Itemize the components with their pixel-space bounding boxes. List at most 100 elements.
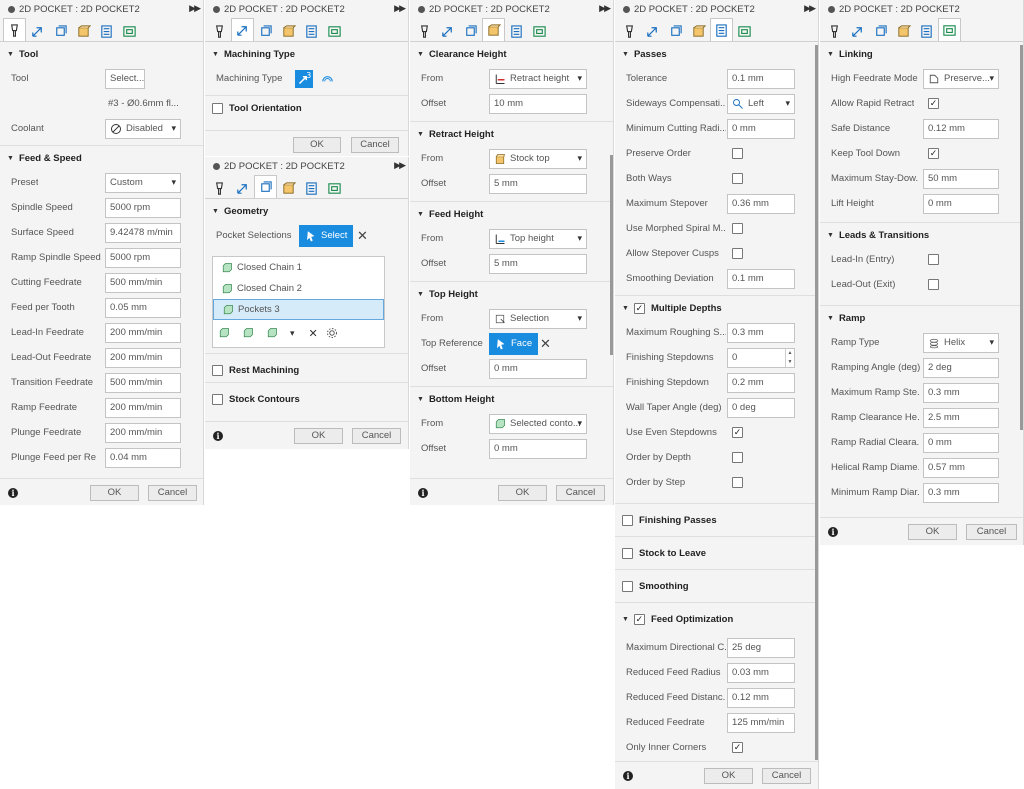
tab-geometry[interactable] — [664, 20, 687, 41]
expand-arrows-icon[interactable]: ▶▶ — [394, 160, 406, 171]
stepper-arrows-icon[interactable]: ▲ ▼ — [785, 348, 794, 367]
spindle-speed-input[interactable]: 5000 rpm — [105, 197, 181, 218]
tab-machining[interactable] — [231, 18, 254, 41]
tab-passes[interactable] — [95, 20, 118, 41]
tab-geometry[interactable] — [254, 20, 277, 41]
ramp-stepdown-input[interactable]: 0.3 mm — [923, 382, 999, 403]
ramp-clearance-input[interactable]: 2.5 mm — [923, 407, 999, 428]
reduced-feedrate-input[interactable]: 125 mm/min — [727, 712, 795, 733]
cancel-button[interactable]: Cancel — [352, 427, 401, 444]
expand-arrows-icon[interactable]: ▶▶ — [394, 3, 406, 14]
retract-offset-input[interactable]: 5 mm — [489, 173, 587, 194]
tab-heights[interactable] — [687, 20, 710, 41]
ramp-feedrate-input[interactable]: 200 mm/min — [105, 397, 181, 418]
cancel-button[interactable]: Cancel — [762, 767, 811, 784]
keep-tool-down-checkbox[interactable]: ✓ — [928, 148, 939, 159]
tab-linking[interactable] — [938, 18, 961, 41]
finishing-passes-checkbox[interactable] — [622, 514, 633, 526]
top-from-dropdown[interactable]: Selection — [489, 308, 587, 329]
tab-heights[interactable] — [482, 18, 505, 41]
max-stepover-input[interactable]: 0.36 mm — [727, 193, 795, 214]
lead-in-checkbox[interactable] — [928, 254, 939, 265]
helical-ramp-diameter-input[interactable]: 0.57 mm — [923, 457, 999, 478]
section-tool-orientation[interactable]: Tool Orientation — [205, 96, 408, 120]
preserve-order-checkbox[interactable] — [732, 148, 743, 159]
ok-button[interactable]: OK — [704, 767, 753, 784]
section-passes[interactable]: ▼ Passes — [615, 42, 818, 66]
rest-machining-checkbox[interactable] — [212, 364, 223, 376]
section-stock-contours[interactable]: Stock Contours — [205, 387, 408, 411]
pocket-3d-icon[interactable] — [295, 70, 313, 88]
expand-arrows-icon[interactable]: ▶▶ — [189, 3, 201, 14]
info-icon[interactable]: i — [418, 487, 428, 498]
clear-selection-icon[interactable]: ✕ — [357, 228, 368, 244]
morphed-spiral-checkbox[interactable] — [732, 223, 743, 234]
section-clearance-height[interactable]: ▼ Clearance Height — [410, 42, 613, 66]
ok-button[interactable]: OK — [293, 136, 341, 153]
wall-taper-input[interactable]: 0 deg — [727, 397, 795, 418]
section-smoothing[interactable]: Smoothing — [615, 570, 818, 602]
tab-machining[interactable] — [231, 177, 254, 198]
clearance-from-dropdown[interactable]: Retract height — [489, 68, 587, 89]
tab-machining[interactable] — [846, 20, 869, 41]
tab-passes[interactable] — [710, 18, 733, 41]
tab-linking[interactable] — [733, 20, 756, 41]
info-icon[interactable]: i — [623, 770, 633, 781]
section-feed-speed[interactable]: ▼ Feed & Speed — [0, 146, 203, 170]
section-machining-type[interactable]: ▼ Machining Type — [205, 42, 408, 66]
stay-down-distance-input[interactable]: 50 mm — [923, 168, 999, 189]
lead-out-checkbox[interactable] — [928, 279, 939, 290]
tab-heights[interactable] — [277, 177, 300, 198]
surface-speed-input[interactable]: 9.42478 m/min — [105, 222, 181, 243]
expand-arrows-icon[interactable]: ▶▶ — [599, 3, 611, 14]
adaptive-icon[interactable] — [320, 71, 335, 86]
top-offset-input[interactable]: 0 mm — [489, 358, 587, 379]
cancel-button[interactable]: Cancel — [966, 523, 1017, 540]
tab-passes[interactable] — [300, 177, 323, 198]
order-by-step-checkbox[interactable] — [732, 477, 743, 488]
section-multiple-depths[interactable]: ▼ ✓ Multiple Depths — [615, 296, 818, 320]
stock-contours-checkbox[interactable] — [212, 393, 223, 405]
max-directional-change-input[interactable]: 25 deg — [727, 637, 795, 658]
tab-tool[interactable] — [208, 177, 231, 198]
inner-corners-checkbox[interactable]: ✓ — [732, 742, 743, 753]
section-rest-machining[interactable]: Rest Machining — [205, 358, 408, 382]
reduced-feed-radius-input[interactable]: 0.03 mm — [727, 662, 795, 683]
tool-orientation-checkbox[interactable] — [212, 102, 223, 114]
even-stepdowns-checkbox[interactable]: ✓ — [732, 427, 743, 438]
tolerance-input[interactable]: 0.1 mm — [727, 68, 795, 89]
section-geometry[interactable]: ▼ Geometry — [205, 199, 408, 223]
tool-select-button[interactable]: Select... — [105, 68, 145, 89]
tab-machining[interactable] — [436, 20, 459, 41]
face-select-button[interactable]: Face — [489, 332, 539, 355]
section-leads-transitions[interactable]: ▼ Leads & Transitions — [820, 223, 1023, 247]
plunge-feed-per-rev-input[interactable]: 0.04 mm — [105, 447, 181, 468]
tab-tool[interactable] — [413, 20, 436, 41]
tab-passes[interactable] — [300, 20, 323, 41]
section-top-height[interactable]: ▼ Top Height — [410, 282, 613, 306]
ok-button[interactable]: OK — [498, 484, 547, 501]
safe-distance-input[interactable]: 0.12 mm — [923, 118, 999, 139]
order-by-depth-checkbox[interactable] — [732, 452, 743, 463]
ramp-radial-clearance-input[interactable]: 0 mm — [923, 432, 999, 453]
tab-tool[interactable] — [208, 20, 231, 41]
tab-heights[interactable] — [277, 20, 300, 41]
tab-geometry[interactable] — [254, 175, 277, 198]
stock-to-leave-checkbox[interactable] — [622, 547, 633, 559]
section-stock-to-leave[interactable]: Stock to Leave — [615, 537, 818, 569]
rapid-retract-checkbox[interactable]: ✓ — [928, 98, 939, 109]
select-button[interactable]: Select — [299, 224, 354, 247]
transition-feedrate-input[interactable]: 500 mm/min — [105, 372, 181, 393]
smoothing-deviation-input[interactable]: 0.1 mm — [727, 268, 795, 289]
high-feedrate-dropdown[interactable]: Preserve... — [923, 68, 999, 89]
clear-reference-icon[interactable]: ✕ — [540, 336, 551, 352]
tab-heights[interactable] — [892, 20, 915, 41]
section-feed-optimization[interactable]: ▼ ✓ Feed Optimization — [615, 603, 818, 635]
chain-icon[interactable] — [242, 327, 254, 339]
cutting-feedrate-input[interactable]: 500 mm/min — [105, 272, 181, 293]
gear-icon[interactable] — [326, 327, 338, 339]
multiple-depths-checkbox[interactable]: ✓ — [633, 302, 645, 314]
tab-tool[interactable] — [618, 20, 641, 41]
tab-passes[interactable] — [915, 20, 938, 41]
cancel-button[interactable]: Cancel — [351, 136, 399, 153]
